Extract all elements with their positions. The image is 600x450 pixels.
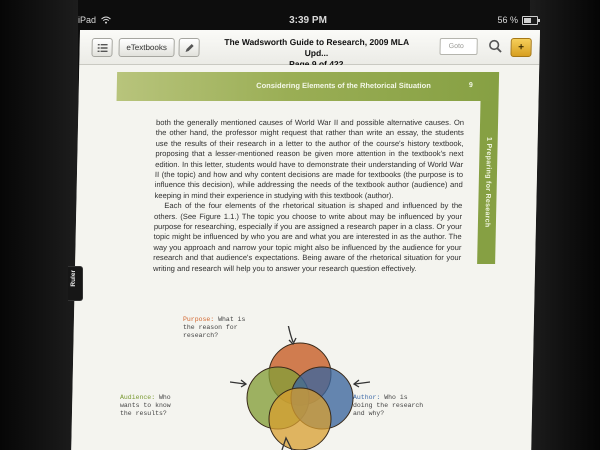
book-title-text: The Wadsworth Guide to Research, 2009 ML… xyxy=(224,37,410,58)
device-name: iPad xyxy=(78,15,97,25)
wifi-icon xyxy=(101,16,111,24)
keyword-audience: Audience: xyxy=(120,394,156,401)
ruler-tab[interactable]: Ruler xyxy=(68,266,83,301)
body-text: both the generally mentioned causes of W… xyxy=(153,118,464,274)
chapter-side-tab-label: 1 Preparing for Research xyxy=(483,137,493,228)
status-bar: iPad 3:39 PM 56 % xyxy=(78,12,540,28)
section-header-band: Considering Elements of the Rhetorical S… xyxy=(116,72,500,101)
clock: 3:39 PM xyxy=(289,14,327,26)
arrow-icon xyxy=(230,381,246,385)
add-button[interactable]: + xyxy=(510,38,532,57)
topic-circle xyxy=(268,387,332,450)
annotate-button[interactable] xyxy=(178,38,200,57)
search-button[interactable] xyxy=(487,38,503,55)
table-of-contents-button[interactable] xyxy=(91,38,113,57)
goto-page-input[interactable]: Goto xyxy=(439,38,478,55)
ruler-tab-label: Ruler xyxy=(70,270,77,287)
battery-percent: 56 % xyxy=(497,15,518,25)
menu-list-icon xyxy=(97,43,108,52)
page-number: 9 xyxy=(468,82,473,89)
rhetorical-situation-diagram xyxy=(230,326,370,450)
paragraph: both the generally mentioned causes of W… xyxy=(154,118,465,200)
battery-icon xyxy=(522,15,540,25)
arrow-icon xyxy=(354,381,370,385)
device-bezel-right xyxy=(530,0,600,450)
section-title: Considering Elements of the Rhetorical S… xyxy=(256,81,431,90)
keyword-purpose: Purpose: xyxy=(183,316,215,323)
paragraph: Each of the four elements of the rhetori… xyxy=(152,201,463,273)
chapter-side-tab: 1 Preparing for Research xyxy=(477,101,499,264)
toolbar: eTextbooks The Wadsworth Guide to Resear… xyxy=(79,30,540,69)
arrow-icon xyxy=(287,326,294,343)
etextbooks-button[interactable]: eTextbooks xyxy=(118,38,175,57)
device-bezel-left xyxy=(0,0,78,450)
pencil-icon xyxy=(185,43,194,52)
search-icon xyxy=(489,39,502,53)
figure-label-audience: Audience: Who wants to know the results? xyxy=(120,394,186,418)
